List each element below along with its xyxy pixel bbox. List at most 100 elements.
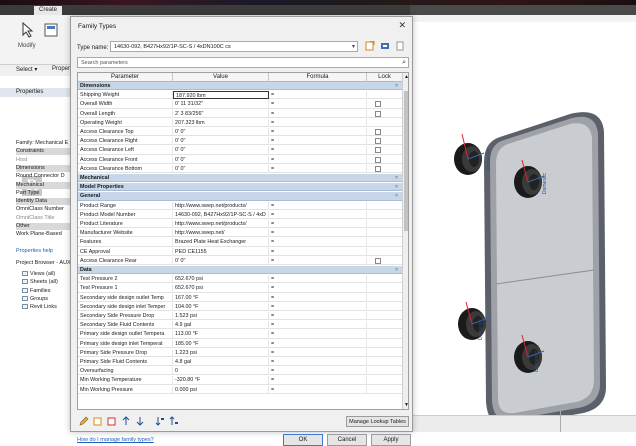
collapse-icon[interactable]: ≈ bbox=[395, 183, 398, 191]
parameter-row[interactable]: Secondary side design inlet Temper 104.00… bbox=[78, 302, 402, 311]
parameter-formula[interactable]: = bbox=[269, 376, 367, 385]
parameter-row[interactable]: Primary side design outlet Tempera 113.00… bbox=[78, 330, 402, 339]
parameter-formula[interactable]: = bbox=[269, 201, 367, 210]
parameter-row[interactable]: Operating Weight 207.323 lbm = bbox=[78, 118, 402, 127]
collapse-icon[interactable]: ≈ bbox=[395, 82, 398, 90]
parameter-value[interactable]: http://www.swep.net/ bbox=[173, 229, 269, 238]
parameter-group-header[interactable]: Mechanical ≈ bbox=[78, 174, 402, 183]
browser-tree-item[interactable]: Views (all) bbox=[22, 271, 55, 278]
parameter-value[interactable]: 1.523 psi bbox=[173, 312, 269, 320]
parameter-value[interactable]: 0' 11 31/32" bbox=[173, 100, 269, 109]
parameter-group-header[interactable]: Model Properties ≈ bbox=[78, 183, 402, 192]
parameter-formula[interactable]: = bbox=[269, 256, 367, 265]
parameter-row[interactable]: Manufacturer Website http://www.swep.net/… bbox=[78, 229, 402, 238]
parameter-value[interactable]: 104.00 °F bbox=[173, 302, 269, 311]
help-link[interactable]: How do I manage family types? bbox=[77, 437, 154, 443]
parameter-formula[interactable]: = bbox=[269, 293, 367, 302]
parameter-value[interactable]: 652.670 psi bbox=[173, 284, 269, 293]
parameter-formula[interactable]: = bbox=[269, 146, 367, 155]
parameter-value[interactable]: 0' 0" bbox=[173, 137, 269, 146]
parameter-value[interactable]: 0.000 psi bbox=[173, 385, 269, 394]
properties-tab[interactable]: Propert bbox=[52, 66, 72, 72]
parameter-value[interactable]: 4.8 gal bbox=[173, 358, 269, 366]
cancel-button[interactable]: Cancel bbox=[327, 434, 367, 446]
parameter-formula[interactable]: = bbox=[269, 238, 367, 247]
property-row[interactable]: Dimensions bbox=[16, 164, 76, 172]
parameter-value[interactable]: 2' 3 83/256" bbox=[173, 109, 269, 118]
parameter-formula[interactable]: = bbox=[269, 247, 367, 256]
parameter-formula[interactable]: = bbox=[269, 100, 367, 109]
parameter-value[interactable]: 0' 0" bbox=[173, 164, 269, 173]
property-row[interactable]: OmniClass Title bbox=[16, 215, 76, 222]
lock-checkbox[interactable] bbox=[375, 138, 381, 145]
parameter-value[interactable]: 1.223 psi bbox=[173, 348, 269, 357]
scroll-down-icon[interactable]: ▼ bbox=[403, 401, 408, 409]
lock-checkbox[interactable] bbox=[375, 129, 381, 135]
parameter-formula[interactable]: = bbox=[269, 137, 367, 146]
parameter-row[interactable]: Product Literature http://www.swep.net/pr… bbox=[78, 220, 402, 229]
parameter-value[interactable]: http://www.swep.net/products/ bbox=[173, 201, 269, 210]
parameter-row[interactable]: Secondary Side Pressure Drop 1.523 psi = bbox=[78, 312, 402, 321]
parameter-value[interactable]: 0' 0" bbox=[173, 256, 269, 265]
parameter-row[interactable]: Shipping Weight 187.920 lbm = bbox=[78, 91, 402, 100]
close-icon[interactable]: ✕ bbox=[398, 20, 406, 31]
parameter-value[interactable]: 0 bbox=[173, 367, 269, 376]
parameter-row[interactable]: Product Model Number 14630-092, B427Hx92/… bbox=[78, 210, 402, 219]
tab-create[interactable]: Create bbox=[34, 6, 63, 15]
parameter-formula[interactable]: = bbox=[269, 275, 367, 284]
collapse-icon[interactable]: ≈ bbox=[395, 174, 398, 182]
parameter-row[interactable]: CE Approval PED CE1155 = bbox=[78, 247, 402, 256]
parameter-row[interactable]: Access Clearance Rear 0' 0" = bbox=[78, 256, 402, 265]
collapse-icon[interactable]: ≈ bbox=[395, 192, 398, 200]
parameter-value[interactable]: 167.00 °F bbox=[173, 293, 269, 302]
parameter-row[interactable]: Access Clearance Bottom 0' 0" = bbox=[78, 164, 402, 173]
parameter-value[interactable]: 4.9 gal bbox=[173, 321, 269, 330]
parameter-value[interactable]: 0' 0" bbox=[173, 155, 269, 164]
parameter-value[interactable]: 652.670 psi bbox=[173, 275, 269, 284]
parameter-value[interactable]: Brazed Plate Heat Exchanger bbox=[173, 238, 269, 247]
family-types-icon[interactable] bbox=[44, 23, 58, 37]
parameter-formula[interactable]: = bbox=[269, 339, 367, 348]
parameter-row[interactable]: Product Range http://www.swep.net/product… bbox=[78, 201, 402, 210]
ok-button[interactable]: OK bbox=[283, 434, 323, 446]
new-parameter-icon[interactable] bbox=[93, 416, 103, 426]
property-row[interactable]: Other bbox=[16, 223, 76, 230]
parameter-row[interactable]: Primary Side Pressure Drop 1.223 psi = bbox=[78, 348, 402, 357]
parameter-formula[interactable]: = bbox=[269, 385, 367, 394]
parameter-value[interactable]: 14630-092, B427Hx92/1P-SC-S / 4xD bbox=[173, 210, 269, 219]
move-up-icon[interactable] bbox=[121, 416, 131, 426]
parameter-formula[interactable]: = bbox=[269, 109, 367, 118]
parameter-row[interactable]: Primary side design inlet Temperat 185.00… bbox=[78, 339, 402, 348]
parameter-row[interactable]: Oversurfacing 0 = bbox=[78, 367, 402, 376]
collapse-icon[interactable]: ≈ bbox=[395, 266, 398, 274]
parameter-row[interactable]: Min Working Temperature -320.80 °F = bbox=[78, 376, 402, 385]
browser-tree-item[interactable]: Families bbox=[22, 288, 50, 295]
parameter-value[interactable]: http://www.swep.net/products/ bbox=[173, 220, 269, 228]
lock-checkbox[interactable] bbox=[375, 156, 381, 163]
sort-ascending-icon[interactable] bbox=[155, 416, 165, 426]
parameter-group-header[interactable]: General ≈ bbox=[78, 192, 402, 201]
parameter-row[interactable]: Test Pressure 2 652.670 psi = bbox=[78, 275, 402, 284]
property-row[interactable]: Work Plane-Based bbox=[16, 231, 76, 238]
browser-tree-item[interactable]: Groups bbox=[22, 296, 48, 303]
manage-lookup-tables-button[interactable]: Manage Lookup Tables bbox=[346, 416, 409, 427]
parameter-group-header[interactable]: Dimensions ≈ bbox=[78, 82, 402, 91]
parameter-formula[interactable]: = bbox=[269, 321, 367, 330]
scroll-up-icon[interactable]: ▲ bbox=[403, 73, 408, 81]
lock-checkbox[interactable] bbox=[375, 165, 381, 172]
sort-descending-icon[interactable] bbox=[169, 416, 179, 426]
new-type-icon[interactable] bbox=[364, 40, 375, 52]
parameter-value[interactable]: 185.00 °F bbox=[173, 339, 269, 348]
parameter-formula[interactable]: = bbox=[269, 312, 367, 320]
property-row[interactable]: Host bbox=[16, 157, 76, 164]
edit-parameter-icon[interactable] bbox=[79, 416, 89, 426]
apply-button[interactable]: Apply bbox=[371, 434, 411, 446]
parameter-formula[interactable]: = bbox=[269, 358, 367, 366]
parameter-formula[interactable]: = bbox=[269, 164, 367, 173]
property-row[interactable]: Identity Data bbox=[16, 198, 76, 206]
rename-type-icon[interactable] bbox=[379, 41, 390, 52]
lock-checkbox[interactable] bbox=[375, 101, 381, 108]
model-view[interactable]: Domestic Domestic Domestic Domestic bbox=[410, 22, 636, 427]
parameter-row[interactable]: Access Clearance Right 0' 0" = bbox=[78, 137, 402, 146]
parameter-formula[interactable]: = bbox=[269, 348, 367, 357]
